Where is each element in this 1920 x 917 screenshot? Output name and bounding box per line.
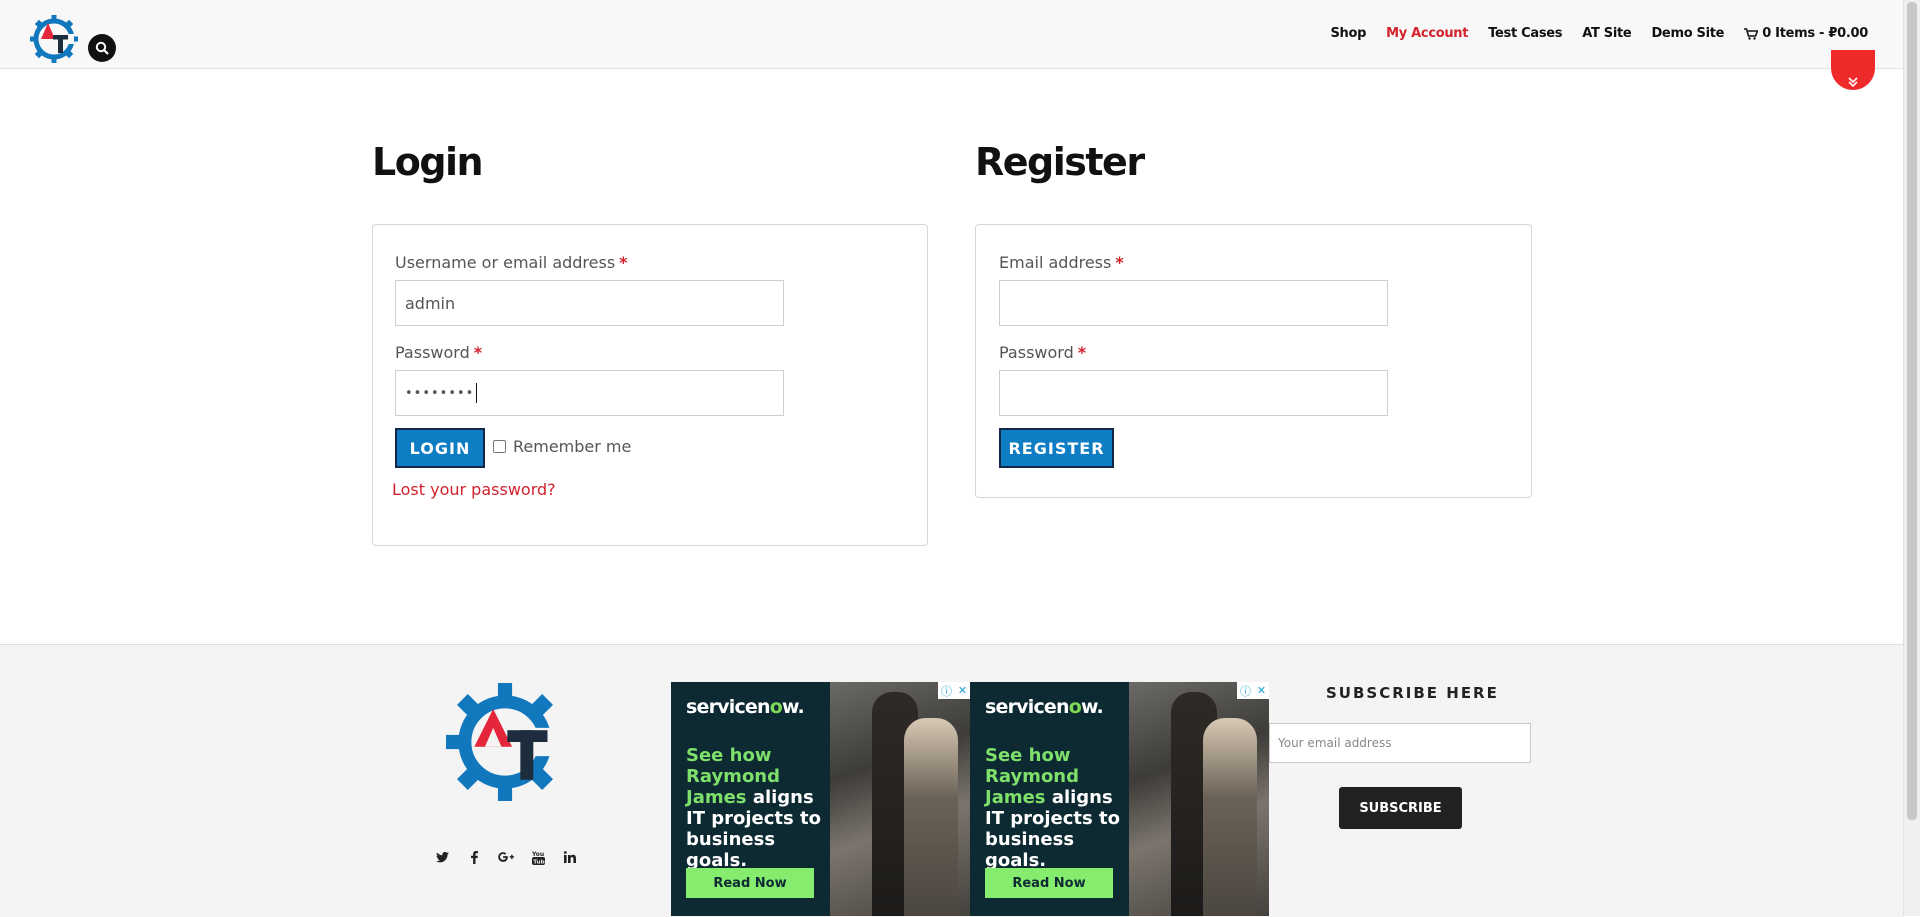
- search-button[interactable]: [88, 34, 116, 62]
- login-button[interactable]: LOGIN: [395, 428, 485, 468]
- remember-me-label: Remember me: [513, 437, 632, 456]
- remember-me-checkbox[interactable]: [493, 440, 506, 453]
- ad-info-icon[interactable]: ⓘ: [1240, 683, 1251, 699]
- nav-test-cases[interactable]: Test Cases: [1488, 26, 1562, 41]
- nav-cart[interactable]: 0 Items - ₽0.00: [1744, 26, 1868, 41]
- password-label-text: Password: [395, 343, 470, 362]
- password-value: ••••••••: [405, 385, 475, 401]
- ad-headline: See how Raymond James aligns IT projects…: [686, 745, 826, 871]
- google-plus-icon[interactable]: [498, 849, 514, 865]
- ad-brand-o: o: [1068, 696, 1082, 718]
- ad-read-now-button[interactable]: Read Now: [985, 868, 1113, 898]
- register-button[interactable]: REGISTER: [999, 428, 1114, 468]
- ad-brand-pre: servicen: [985, 696, 1070, 718]
- subscribe-button[interactable]: SUBSCRIBE: [1339, 787, 1462, 829]
- ad-brand-post: w.: [782, 696, 805, 718]
- nav-demo-site[interactable]: Demo Site: [1651, 26, 1724, 41]
- ad-brand: servicenow.: [686, 696, 805, 718]
- site-logo[interactable]: [29, 14, 79, 64]
- ad-choices[interactable]: ⓘ ✕: [938, 682, 970, 699]
- ad-brand-o: o: [769, 696, 783, 718]
- double-chevron-down-icon: [1848, 77, 1858, 88]
- twitter-icon[interactable]: [434, 849, 450, 865]
- nav-shop[interactable]: Shop: [1330, 26, 1366, 41]
- username-label-text: Username or email address: [395, 253, 616, 272]
- youtube-icon[interactable]: YouTube: [530, 849, 546, 865]
- footer-logo[interactable]: [446, 680, 564, 804]
- register-email-field[interactable]: [999, 280, 1388, 326]
- facebook-icon[interactable]: [466, 849, 482, 865]
- svg-text:Tube: Tube: [533, 859, 545, 865]
- svg-text:You: You: [532, 851, 544, 858]
- ad-person-woman: [1203, 718, 1257, 916]
- ad-choices[interactable]: ⓘ ✕: [1237, 682, 1269, 699]
- ad-brand: servicenow.: [985, 696, 1104, 718]
- search-icon: [95, 41, 109, 55]
- ad-info-icon[interactable]: ⓘ: [941, 683, 952, 699]
- ad-banner-2[interactable]: servicenow. See how Raymond James aligns…: [970, 682, 1269, 916]
- social-links: YouTube: [434, 849, 578, 865]
- required-mark: *: [473, 343, 483, 362]
- required-mark: *: [1115, 253, 1124, 272]
- linkedin-icon[interactable]: [562, 849, 578, 865]
- ad-headline: See how Raymond James aligns IT projects…: [985, 745, 1125, 871]
- lost-password-link[interactable]: Lost your password?: [392, 480, 556, 499]
- username-value: admin: [405, 293, 456, 313]
- ad-brand-post: w.: [1081, 696, 1104, 718]
- email-label: Email address *: [999, 253, 1124, 272]
- ad-banner-1[interactable]: servicenow. See how Raymond James aligns…: [671, 682, 970, 916]
- cart-icon: [1744, 27, 1759, 40]
- required-mark: *: [1077, 343, 1087, 362]
- text-caret: [476, 383, 478, 403]
- site-header: Shop My Account Test Cases AT Site Demo …: [0, 0, 1904, 69]
- nav-at-site[interactable]: AT Site: [1582, 26, 1632, 41]
- register-title: Register: [975, 140, 1145, 184]
- page-scrollbar[interactable]: [1903, 0, 1920, 916]
- register-password-field[interactable]: [999, 370, 1388, 416]
- cart-summary: 0 Items - ₽0.00: [1762, 26, 1868, 41]
- required-mark: *: [619, 253, 628, 272]
- ad-person-woman: [904, 718, 958, 916]
- username-label: Username or email address *: [395, 253, 628, 272]
- username-field[interactable]: admin: [395, 280, 784, 326]
- remember-me[interactable]: Remember me: [493, 437, 631, 456]
- register-password-label: Password *: [999, 343, 1086, 362]
- login-title: Login: [372, 140, 484, 184]
- main-nav: Shop My Account Test Cases AT Site Demo …: [1330, 26, 1868, 41]
- ad-close-icon[interactable]: ✕: [1257, 684, 1266, 697]
- email-label-text: Email address: [999, 253, 1112, 272]
- nav-my-account[interactable]: My Account: [1386, 26, 1468, 41]
- subscribe-email-input[interactable]: Your email address: [1269, 723, 1531, 763]
- ad-read-now-button[interactable]: Read Now: [686, 868, 814, 898]
- register-password-label-text: Password: [999, 343, 1074, 362]
- scrollbar-thumb[interactable]: [1907, 2, 1917, 820]
- subscribe-title: SUBSCRIBE HERE: [1326, 684, 1499, 702]
- password-field[interactable]: ••••••••: [395, 370, 784, 416]
- password-label: Password *: [395, 343, 482, 362]
- ad-close-icon[interactable]: ✕: [958, 684, 967, 697]
- scroll-toggle-button[interactable]: [1831, 50, 1875, 90]
- ad-brand-pre: servicen: [686, 696, 771, 718]
